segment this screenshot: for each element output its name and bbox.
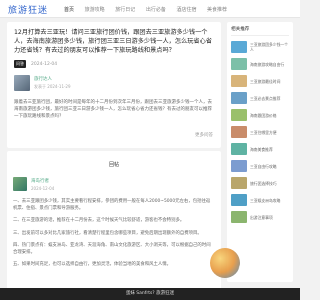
author-stats: 发表于 2024-11-29: [34, 84, 71, 89]
category-badge[interactable]: 问答: [14, 60, 26, 68]
nav-item-food[interactable]: 美食推荐: [207, 7, 227, 13]
sidebar-item[interactable]: 海南旅游攻略自由行: [231, 58, 289, 70]
article-summary: 跟着去三亚旅行团，最好的时间是每年的十二月份到次年三月份，跟团去三亚旅游多少钱一…: [14, 100, 212, 119]
sidebar-item-text[interactable]: 三亚住哪里方便: [250, 130, 277, 135]
reply-paragraph: 三、出发前可以多对比几家旅行社，看清楚行程里包含哪些项目，避免后期出现额外的自费…: [13, 230, 202, 236]
sidebar-thumb[interactable]: [231, 177, 247, 189]
article-meta: 问答 2024-12-04: [14, 60, 214, 68]
sidebar-thumb[interactable]: [231, 75, 247, 87]
reply-paragraph: 二、在三亚旅游的话，推荐在十二月份去，这个时候天气比较舒适，游客也不会特别多。: [13, 218, 185, 223]
author-name[interactable]: 旅行达人: [34, 76, 71, 82]
sidebar-thumb[interactable]: [231, 160, 247, 172]
nav-item-hotels[interactable]: 酒店住宿: [176, 7, 196, 13]
reply-card: 回帖 海岛行者 2024-12-04 一、去三亚跟团多少钱，其实主要看行程安排，…: [7, 151, 221, 300]
article-panel: 12月打算去三亚玩！请问三亚旅行团价钱，跟团去三亚旅游多少钱一个人，去海南旅游团…: [7, 22, 221, 148]
sidebar-thumb[interactable]: [231, 194, 247, 206]
reply-heading: 回帖: [108, 162, 119, 168]
sidebar-item-text[interactable]: 海南旅游攻略自由行: [250, 62, 284, 67]
sidebar-item[interactable]: 三亚蜈支洲岛攻略: [231, 194, 289, 206]
reply-avatar[interactable]: [13, 177, 27, 191]
site-logo[interactable]: 旅游狂迷: [8, 3, 48, 16]
footer: 蛋妹 Sanfrts? 旅游狂迷: [0, 288, 300, 300]
sidebar-thumb[interactable]: [231, 41, 247, 53]
sidebar-item[interactable]: 海南美食推荐: [231, 143, 289, 155]
main-nav: 首页 旅游攻略 旅行日记 出行必备 酒店住宿 美食推荐: [64, 6, 236, 13]
sidebar-item-text[interactable]: 出游注意事项: [250, 215, 273, 220]
reply-user: 海岛行者 2024-12-04: [13, 177, 54, 191]
nav-item-home[interactable]: 首页: [64, 7, 74, 13]
sidebar-item[interactable]: 海南跟团游价格: [231, 109, 289, 121]
reply-paragraph: 五、如果时间充足，也可以选择自由行，更加灵活，体验当地的美食和风土人情。: [13, 262, 172, 267]
sidebar-thumb[interactable]: [231, 211, 247, 223]
sidebar-item[interactable]: 三亚旅游最佳时间: [231, 75, 289, 87]
reply-paragraph: 四、热门景点有：蜈支洲岛、亚龙湾、天涯海角、南山文化旅游区、大小洞天等，可以根据…: [13, 243, 211, 255]
article-title: 12月打算去三亚玩！请问三亚旅行团价钱，跟团去三亚旅游多少钱一个人，去海南旅游团…: [14, 29, 212, 54]
nav-item-diary[interactable]: 旅行日记: [115, 7, 135, 13]
sidebar-item[interactable]: 三亚旅游团多少钱一个人: [231, 41, 289, 53]
watermark-text: 快收录: [238, 263, 280, 279]
sidebar-heading: 相关推荐: [231, 26, 289, 36]
sidebar-item[interactable]: 旅行团选择技巧: [231, 177, 289, 189]
nav-item-guides[interactable]: 旅游攻略: [85, 7, 105, 13]
sidebar-item-text[interactable]: 三亚旅游最佳时间: [250, 79, 280, 84]
sidebar-item-text[interactable]: 三亚自由行攻略: [250, 164, 277, 169]
reply-body: 一、去三亚跟团多少钱，其实主要看行程安排，参团的费用一般在每人2000~5000…: [13, 199, 213, 275]
sidebar-item[interactable]: 三亚自由行攻略: [231, 160, 289, 172]
sidebar-item-text[interactable]: 三亚必去景点推荐: [250, 96, 280, 101]
author-avatar[interactable]: [14, 75, 30, 91]
sidebar-item-text[interactable]: 旅行团选择技巧: [250, 181, 277, 186]
reply-username[interactable]: 海岛行者: [31, 178, 54, 184]
sidebar-item[interactable]: 三亚必去景点推荐: [231, 92, 289, 104]
reply-time: 2024-12-04: [31, 185, 55, 191]
sidebar-thumb[interactable]: [231, 58, 247, 70]
author-row: 旅行达人 发表于 2024-11-29: [14, 75, 214, 91]
sidebar-item[interactable]: 三亚住哪里方便: [231, 126, 289, 138]
sidebar: 相关推荐 三亚旅游团多少钱一个人 海南旅游攻略自由行 三亚旅游最佳时间 三亚必去…: [227, 22, 293, 282]
watermark-logo-icon: [210, 248, 240, 278]
sidebar-thumb[interactable]: [231, 109, 247, 121]
more-link[interactable]: 更多问答: [195, 132, 213, 138]
sidebar-thumb[interactable]: [231, 92, 247, 104]
nav-item-essentials[interactable]: 出行必备: [146, 7, 166, 13]
sidebar-thumb[interactable]: [231, 126, 247, 138]
reply-paragraph: 一、去三亚跟团多少钱，其实主要看行程安排，参团的费用一般在每人2000~5000…: [13, 199, 211, 211]
sidebar-item-text[interactable]: 三亚旅游团多少钱一个人: [250, 42, 289, 52]
top-navbar: 旅游狂迷 首页 旅游攻略 旅行日记 出行必备 酒店住宿 美食推荐: [0, 0, 300, 18]
sidebar-item[interactable]: 出游注意事项: [231, 211, 289, 223]
article-card: 12月打算去三亚玩！请问三亚旅行团价钱，跟团去三亚旅游多少钱一个人，去海南旅游团…: [7, 22, 221, 148]
sidebar-item-text[interactable]: 三亚蜈支洲岛攻略: [250, 198, 280, 203]
sidebar-item-text[interactable]: 海南美食推荐: [250, 147, 273, 152]
article-date: 2024-12-04: [31, 61, 58, 67]
sidebar-item-text[interactable]: 海南跟团游价格: [250, 113, 277, 118]
sidebar-thumb[interactable]: [231, 143, 247, 155]
